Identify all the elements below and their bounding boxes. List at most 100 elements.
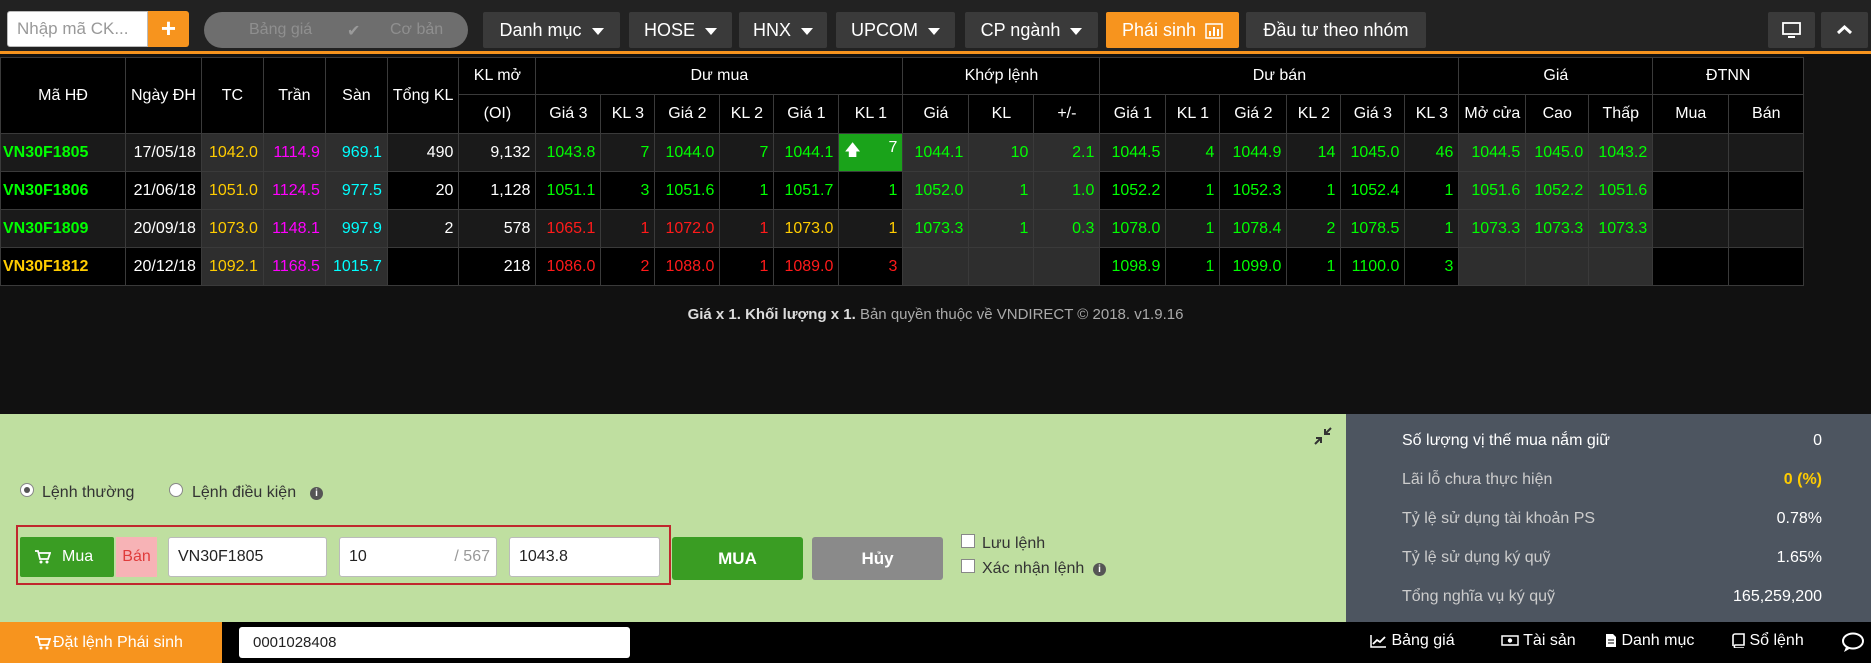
- header-sell-kl3[interactable]: KL 3: [1404, 94, 1460, 134]
- add-stock-button[interactable]: +: [148, 11, 189, 47]
- buy-price-2[interactable]: 1044.0: [654, 133, 721, 172]
- header-san[interactable]: Sàn: [324, 57, 388, 134]
- monitor-button[interactable]: [1768, 12, 1815, 48]
- header-foreign-buy[interactable]: Mua: [1652, 94, 1730, 134]
- stock-search-input[interactable]: Nhập mã CK...: [7, 11, 148, 47]
- header-ma-hd[interactable]: Mã HĐ: [0, 57, 126, 134]
- submit-buy-button[interactable]: MUA: [672, 537, 803, 580]
- header-ngay-dh[interactable]: Ngày ĐH: [125, 57, 202, 134]
- table-row[interactable]: VN30F1809 20/09/18 1073.0 1148.1 997.9 2…: [0, 209, 1805, 248]
- table-row[interactable]: VN30F1806 21/06/18 1051.0 1124.5 977.5 2…: [0, 171, 1805, 210]
- buy-price-3[interactable]: 1051.1: [535, 171, 602, 210]
- menu-upcom[interactable]: UPCOM: [836, 12, 955, 48]
- header-sell-kl2[interactable]: KL 2: [1286, 94, 1342, 134]
- header-match-price[interactable]: Giá: [902, 94, 970, 134]
- info-icon[interactable]: i: [310, 487, 323, 500]
- info-row-margin-usage: Tỷ lệ sử dụng ký quỹ 1.65%: [1402, 549, 1822, 573]
- buy-price-1[interactable]: 1051.7: [773, 171, 840, 210]
- buy-price-1[interactable]: 1073.0: [773, 209, 840, 248]
- buy-price-3[interactable]: 1043.8: [535, 133, 602, 172]
- account-number-field[interactable]: 0001028408: [239, 627, 630, 658]
- sell-price-3[interactable]: 1052.4: [1340, 171, 1406, 210]
- header-buy-kl2[interactable]: KL 2: [719, 94, 775, 134]
- place-derivative-order-button[interactable]: Đặt lệnh Phái sinh: [0, 622, 222, 663]
- sell-price-1[interactable]: 1044.5: [1099, 133, 1167, 172]
- header-buy-kl3[interactable]: KL 3: [600, 94, 656, 134]
- open-price: [1458, 247, 1527, 286]
- header-low[interactable]: Thấp: [1588, 94, 1654, 134]
- match-price[interactable]: [902, 247, 970, 286]
- book-icon: [1732, 633, 1745, 650]
- header-buy-kl1[interactable]: KL 1: [838, 94, 904, 134]
- table-row[interactable]: VN30F1812 20/12/18 1092.1 1168.5 1015.7 …: [0, 247, 1805, 286]
- sell-price-3[interactable]: 1078.5: [1340, 209, 1406, 248]
- link-price-board[interactable]: Bảng giá: [1370, 632, 1455, 650]
- quantity-input[interactable]: 10 / 567: [339, 537, 497, 577]
- header-buy-gia1[interactable]: Giá 1: [773, 94, 840, 134]
- info-icon[interactable]: i: [1093, 563, 1106, 576]
- match-price[interactable]: 1044.1: [902, 133, 970, 172]
- ref-price: 1042.0: [200, 133, 264, 172]
- menu-hnx[interactable]: HNX: [739, 12, 827, 48]
- contract-code[interactable]: VN30F1812: [0, 247, 126, 286]
- save-order-checkbox[interactable]: [961, 534, 975, 548]
- minimize-icon[interactable]: [1313, 426, 1333, 446]
- header-tc[interactable]: TC: [200, 57, 264, 134]
- contract-code[interactable]: VN30F1809: [0, 209, 126, 248]
- match-price[interactable]: 1073.3: [902, 209, 970, 248]
- buy-price-2[interactable]: 1088.0: [654, 247, 721, 286]
- header-foreign-sell[interactable]: Bán: [1728, 94, 1805, 134]
- buy-price-3[interactable]: 1086.0: [535, 247, 602, 286]
- header-high[interactable]: Cao: [1525, 94, 1590, 134]
- cancel-button[interactable]: Hủy: [812, 537, 943, 580]
- header-buy-gia3[interactable]: Giá 3: [535, 94, 602, 134]
- header-sell-gia2[interactable]: Giá 2: [1219, 94, 1288, 134]
- link-assets[interactable]: Tài sản: [1501, 632, 1576, 650]
- header-buy-gia2[interactable]: Giá 2: [654, 94, 721, 134]
- header-tong-kl[interactable]: Tổng KL: [386, 57, 460, 134]
- menu-danh-muc[interactable]: Danh mục: [483, 12, 620, 48]
- header-sell-gia1[interactable]: Giá 1: [1099, 94, 1167, 134]
- sell-price-2[interactable]: 1044.9: [1219, 133, 1288, 172]
- sell-price-2[interactable]: 1078.4: [1219, 209, 1288, 248]
- contract-code[interactable]: VN30F1806: [0, 171, 126, 210]
- header-sell-gia3[interactable]: Giá 3: [1340, 94, 1406, 134]
- sell-price-3[interactable]: 1100.0: [1340, 247, 1406, 286]
- link-order-book[interactable]: Sổ lệnh: [1732, 632, 1804, 650]
- view-mode-toggle[interactable]: Bảng giá ✔ Cơ bản: [204, 12, 468, 48]
- radio-conditional-order[interactable]: [169, 483, 183, 497]
- sell-price-3[interactable]: 1045.0: [1340, 133, 1406, 172]
- menu-hose[interactable]: HOSE: [629, 12, 732, 48]
- sell-price-2[interactable]: 1099.0: [1219, 247, 1288, 286]
- buy-tab[interactable]: Mua: [20, 537, 114, 577]
- sell-price-1[interactable]: 1098.9: [1099, 247, 1167, 286]
- menu-phai-sinh[interactable]: Phái sinh: [1106, 12, 1239, 48]
- menu-dau-tu-theo-nhom[interactable]: Đầu tư theo nhóm: [1246, 12, 1426, 48]
- collapse-button[interactable]: [1821, 12, 1868, 48]
- sell-price-1[interactable]: 1052.2: [1099, 171, 1167, 210]
- sell-price-1[interactable]: 1078.0: [1099, 209, 1167, 248]
- buy-price-1[interactable]: 1044.1: [773, 133, 840, 172]
- match-price[interactable]: 1052.0: [902, 171, 970, 210]
- header-tran[interactable]: Trần: [262, 57, 326, 134]
- radio-normal-order[interactable]: [20, 483, 34, 497]
- buy-price-3[interactable]: 1065.1: [535, 209, 602, 248]
- contract-symbol-input[interactable]: VN30F1805: [168, 537, 327, 577]
- chat-icon[interactable]: [1842, 632, 1868, 654]
- buy-price-1[interactable]: 1089.0: [773, 247, 840, 286]
- contract-code[interactable]: VN30F1805: [0, 133, 126, 172]
- buy-price-2[interactable]: 1072.0: [654, 209, 721, 248]
- header-sell-kl1[interactable]: KL 1: [1165, 94, 1221, 134]
- link-portfolio[interactable]: Danh mục: [1605, 632, 1694, 650]
- header-match-change[interactable]: +/-: [1033, 94, 1101, 134]
- sell-tab[interactable]: Bán: [116, 537, 157, 577]
- sell-price-2[interactable]: 1052.3: [1219, 171, 1288, 210]
- header-open[interactable]: Mở cửa: [1458, 94, 1527, 134]
- table-row[interactable]: VN30F1805 17/05/18 1042.0 1114.9 969.1 4…: [0, 133, 1805, 172]
- menu-cp-nganh[interactable]: CP ngành: [965, 12, 1098, 48]
- header-kl-mo[interactable]: KL mở: [458, 57, 537, 95]
- confirm-order-checkbox[interactable]: [961, 559, 975, 573]
- price-input[interactable]: 1043.8: [509, 537, 660, 577]
- header-match-kl[interactable]: KL: [968, 94, 1035, 134]
- buy-price-2[interactable]: 1051.6: [654, 171, 721, 210]
